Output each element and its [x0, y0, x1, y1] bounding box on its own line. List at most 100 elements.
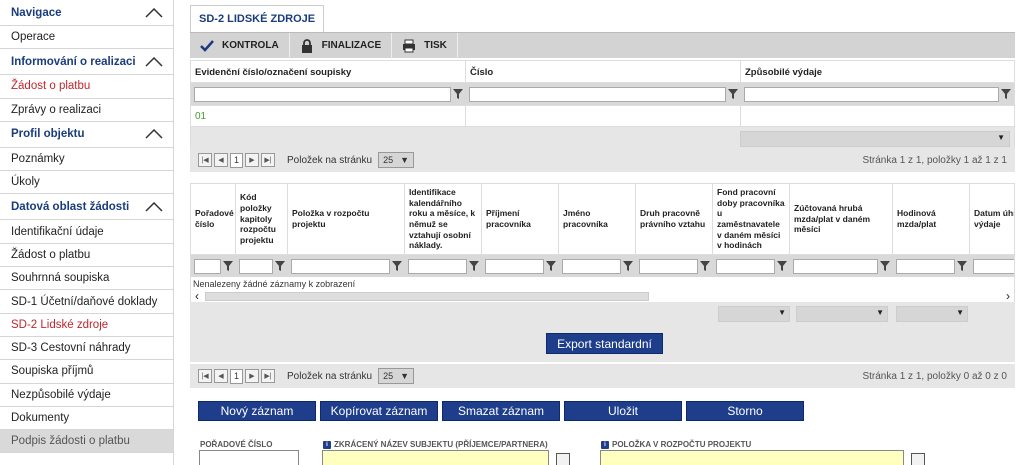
chevron-up-icon[interactable] [145, 7, 163, 18]
sidebar-section[interactable]: Datová oblast žádosti [0, 194, 173, 221]
filter-icon[interactable] [546, 261, 556, 271]
filter-input[interactable] [744, 86, 999, 102]
sidebar-item[interactable]: Soupiska příjmů [0, 360, 173, 384]
filter-icon[interactable] [957, 261, 967, 271]
poradove-cislo-field[interactable] [199, 450, 299, 465]
column-select[interactable]: ▼ [740, 131, 1010, 147]
column-select[interactable]: ▼ [718, 306, 790, 322]
filter-input[interactable] [639, 258, 698, 274]
first-page-icon[interactable]: |◀ [198, 369, 212, 383]
kontrola-button[interactable]: KONTROLA [190, 32, 290, 59]
filter-input[interactable] [793, 258, 878, 274]
last-page-icon[interactable]: ▶| [261, 153, 275, 167]
sidebar-item[interactable]: Identifikační údaje [0, 220, 173, 244]
copy-record-button[interactable]: Kopírovat záznam [320, 401, 438, 421]
sidebar-item[interactable]: Podpis žádosti o platbu [0, 430, 173, 454]
filter-input[interactable] [469, 86, 726, 102]
polozka-field[interactable] [600, 450, 904, 465]
column-header[interactable]: Hodinová mzda/plat [893, 184, 970, 254]
filter-input[interactable] [291, 258, 390, 274]
save-button[interactable]: Uložit [564, 401, 682, 421]
sidebar-item[interactable]: Souhrnná soupiska [0, 267, 173, 291]
first-page-icon[interactable]: |◀ [198, 153, 212, 167]
sidebar-item[interactable]: SD-3 Cestovní náhrady [0, 337, 173, 361]
column-header[interactable]: Zúčtovaná hrubá mzda/plat v daném měsíci [790, 184, 893, 254]
chevron-right-icon[interactable]: › [1006, 289, 1010, 303]
scrollbar-thumb[interactable] [205, 291, 649, 301]
chevron-up-icon[interactable] [145, 56, 163, 67]
filter-icon[interactable] [623, 261, 633, 271]
prev-page-icon[interactable]: ◀ [214, 369, 228, 383]
filter-icon[interactable] [777, 261, 787, 271]
chevron-up-icon[interactable] [145, 201, 163, 212]
filter-icon[interactable] [223, 261, 233, 271]
filter-input[interactable] [194, 86, 451, 102]
sidebar-item[interactable]: Nezpůsobilé výdaje [0, 384, 173, 407]
filter-input[interactable] [716, 258, 775, 274]
sidebar-section[interactable]: Profil objektu [0, 122, 173, 148]
sidebar-item[interactable]: Žádost o platbu [0, 75, 173, 99]
per-page-select[interactable]: 25 ▼ [378, 152, 415, 168]
column-header[interactable]: Pořadové číslo [191, 184, 236, 254]
filter-icon[interactable] [880, 261, 890, 271]
tisk-button[interactable]: TISK [392, 32, 458, 59]
filter-input[interactable] [973, 258, 1014, 274]
sidebar-section[interactable]: Navigace [0, 0, 173, 26]
filter-icon[interactable] [469, 261, 479, 271]
filter-icon[interactable] [453, 89, 463, 99]
delete-record-button[interactable]: Smazat záznam [442, 401, 560, 421]
filter-icon[interactable] [700, 261, 710, 271]
export-standard-button[interactable]: Export standardní [546, 333, 663, 354]
page-number[interactable]: 1 [230, 152, 243, 168]
col-evidencni-cislo[interactable]: Evidenční číslo/označení soupisky [191, 61, 466, 82]
column-header[interactable]: Příjmení pracovníka [482, 184, 559, 254]
column-header[interactable]: Fond pracovní doby pracovníka u zaměstna… [713, 184, 790, 254]
column-header[interactable]: Identifikace kalendářního roku a měsíce,… [405, 184, 482, 254]
filter-input[interactable] [562, 258, 621, 274]
sidebar-item[interactable]: Poznámky [0, 148, 173, 172]
col-cislo[interactable]: Číslo [466, 61, 741, 82]
filter-input[interactable] [194, 258, 221, 274]
sidebar-item[interactable]: SD-2 Lidské zdroje [0, 314, 173, 337]
column-header[interactable]: Druh pracovně právního vztahu [636, 184, 713, 254]
column-select[interactable]: ▼ [796, 306, 888, 322]
column-header[interactable]: Kód položky kapitoly rozpočtu projektu [236, 184, 288, 254]
sidebar-item[interactable]: Zprávy o realizaci [0, 99, 173, 122]
column-header[interactable]: Položka v rozpočtu projektu [288, 184, 405, 254]
new-record-button[interactable]: Nový záznam [198, 401, 316, 421]
page-number[interactable]: 1 [230, 368, 243, 384]
sidebar-item[interactable]: Úkoly [0, 171, 173, 195]
filter-input[interactable] [896, 258, 955, 274]
horizontal-scrollbar[interactable]: ‹ › [191, 289, 1014, 303]
cancel-button[interactable]: Storno [686, 401, 804, 421]
col-zpusobile-vydaje[interactable]: Způsobilé výdaje [741, 61, 1014, 82]
next-page-icon[interactable]: ▶ [245, 153, 259, 167]
filter-input[interactable] [408, 258, 467, 274]
subjekt-field[interactable] [322, 450, 549, 465]
filter-icon[interactable] [728, 89, 738, 99]
list-icon[interactable] [556, 453, 570, 465]
column-header[interactable]: Jméno pracovníka [559, 184, 636, 254]
table-row[interactable]: 01 [191, 105, 1014, 126]
last-page-icon[interactable]: ▶| [261, 369, 275, 383]
next-page-icon[interactable]: ▶ [245, 369, 259, 383]
filter-icon[interactable] [275, 261, 285, 271]
filter-icon[interactable] [392, 261, 402, 271]
sidebar-item[interactable]: Operace [0, 26, 173, 50]
chevron-up-icon[interactable] [145, 129, 163, 139]
per-page-select[interactable]: 25 ▼ [378, 368, 415, 384]
column-select[interactable]: ▼ [896, 306, 968, 322]
prev-page-icon[interactable]: ◀ [214, 153, 228, 167]
filter-input[interactable] [485, 258, 544, 274]
sidebar-item[interactable]: Žádost o platbu [0, 244, 173, 268]
filter-input[interactable] [239, 258, 273, 274]
chevron-left-icon[interactable]: ‹ [195, 289, 199, 303]
tab-sd2-lidske-zdroje[interactable]: SD-2 LIDSKÉ ZDROJE [190, 5, 325, 32]
list-icon[interactable] [911, 453, 925, 465]
sidebar-item[interactable]: SD-1 Účetní/daňové doklady [0, 290, 173, 314]
column-header[interactable]: Datum úhra výdaje [970, 184, 1014, 254]
sidebar-item[interactable]: Dokumenty [0, 407, 173, 431]
filter-icon[interactable] [1001, 89, 1011, 99]
finalizace-button[interactable]: FINALIZACE [290, 32, 393, 59]
sidebar-section[interactable]: Informování o realizaci [0, 49, 173, 76]
